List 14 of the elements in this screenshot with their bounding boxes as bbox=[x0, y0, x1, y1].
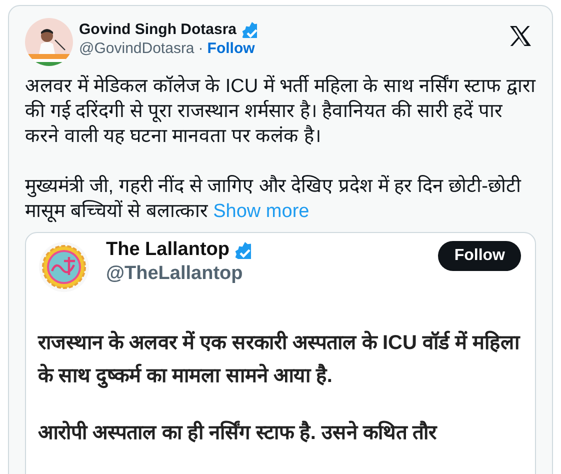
account-handle: @TheLallantop bbox=[106, 263, 244, 285]
show-more-link[interactable]: Show more bbox=[213, 201, 310, 222]
post-text: राजस्थान के अलवर में एक सरकारी अस्पताल के ICU वॉर्ड में महिला के साथ दुष्कर्म का मामला सामने आया है. bbox=[38, 330, 521, 390]
tweet-text: अलवर में मेडिकल कॉलेज के ICU में भर्ती महिला के साथ नर्सिंग स्टाफ द्वारा की गई दरिंदगी से पूरा राजस्थान शर्मसार है। हैवानियत की सारी हदें पार करने वाली यह घटना मानवता पर कलंक है। bbox=[25, 74, 536, 149]
lallantop-logo-icon bbox=[38, 241, 90, 293]
x-logo-icon bbox=[508, 24, 532, 48]
follow-button[interactable]: Follow bbox=[438, 241, 521, 271]
post-text: आरोपी अस्पताल का ही नर्सिंग स्टाफ है. उसने कथित तौर bbox=[38, 420, 438, 446]
tweet-text: मुख्यमंत्री जी, गहरी नींद से जागिए और देखिए प्रदेश में हर दिन छोटी-छोटी मासूम बच्चियों से बलात्कार Show more bbox=[25, 174, 522, 224]
account-name: The Lallantop bbox=[106, 239, 230, 261]
author-handle: @GovindDotasra bbox=[79, 40, 194, 57]
separator-dot: · bbox=[198, 40, 204, 57]
author-name: Govind Singh Dotasra bbox=[79, 21, 237, 38]
follow-link[interactable]: Follow bbox=[207, 40, 255, 57]
